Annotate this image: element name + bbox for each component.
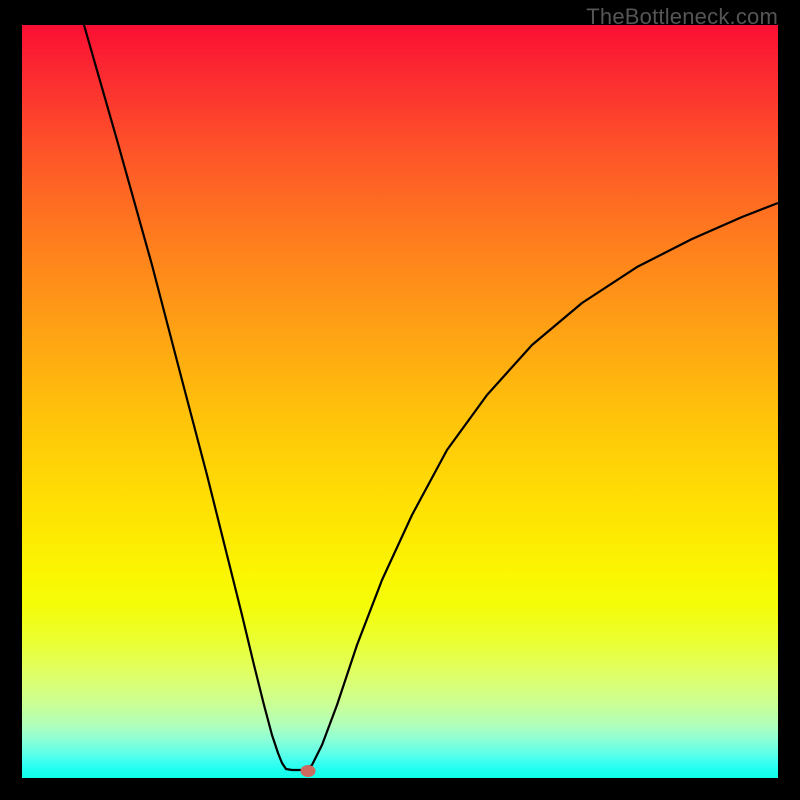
- chart-plot-area: [22, 25, 778, 778]
- chart-curve: [22, 25, 778, 778]
- bottleneck-curve-path: [84, 25, 778, 770]
- watermark-text: TheBottleneck.com: [586, 4, 778, 30]
- optimal-point-marker: [301, 765, 316, 777]
